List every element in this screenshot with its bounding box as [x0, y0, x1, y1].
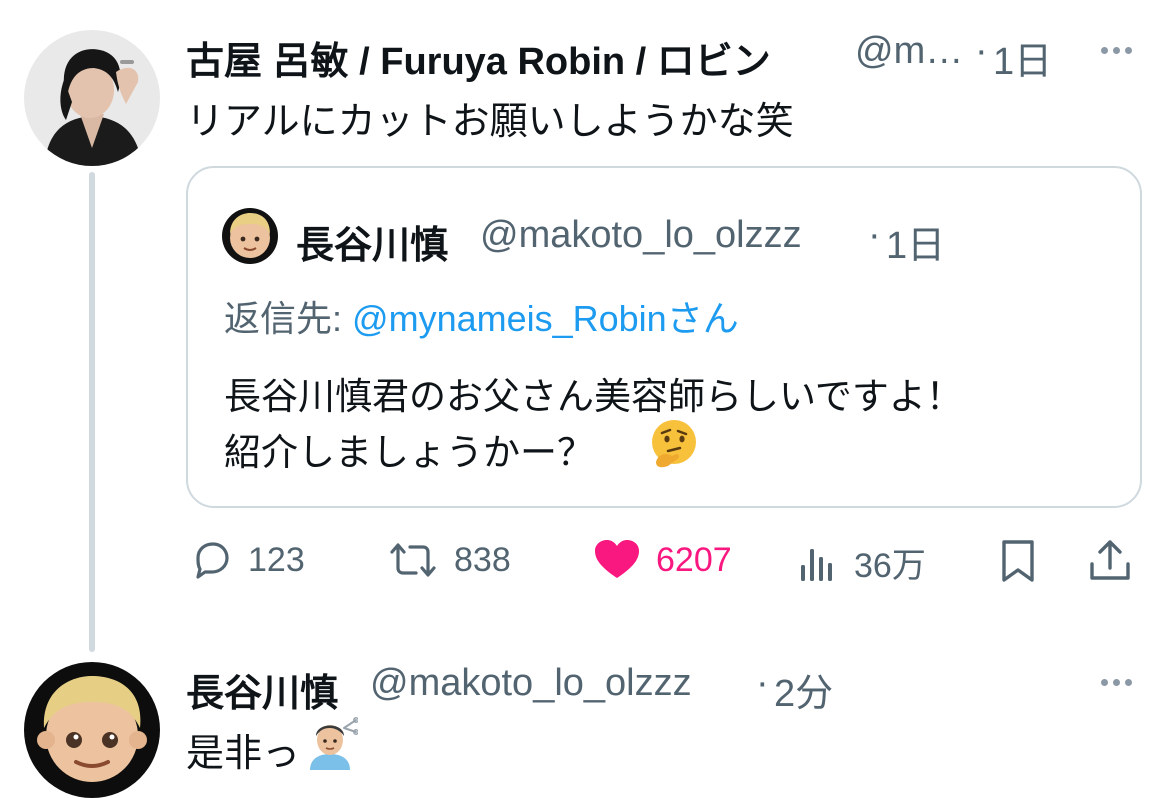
tweet2-timestamp[interactable]: 2分 — [774, 662, 833, 717]
bookmark-icon — [1002, 540, 1034, 582]
tweet2-dot: · — [756, 662, 769, 704]
retweet-action[interactable]: 838 — [386, 538, 511, 582]
retweet-count: 838 — [454, 540, 511, 579]
tweet2-handle[interactable]: @makoto_lo_olzzz — [370, 662, 692, 705]
makoto-avatar[interactable] — [24, 662, 160, 798]
quote-timestamp[interactable]: 1日 — [886, 214, 945, 269]
tweet1-handle[interactable]: @m… — [855, 30, 963, 73]
heart-filled-icon — [595, 540, 639, 578]
blond-boy-emoji-icon — [24, 662, 160, 798]
quote-dot: · — [868, 214, 881, 256]
quote-text-line1: 長谷川慎君のお父さん美容師らしいですよ！ — [224, 376, 963, 417]
quote-text-line2: 紹介しましょうかー？ — [224, 432, 594, 473]
tweet1-dot: · — [975, 30, 988, 72]
reply-to-suffix: さん — [666, 298, 739, 339]
reply-to-line: 返信先: @mynameis_Robinさん — [224, 290, 739, 342]
thinking-face-emoji-icon — [648, 418, 700, 470]
quote-author-name[interactable]: 長谷川慎 — [296, 214, 448, 269]
robin-avatar-photo — [24, 30, 160, 166]
quote-avatar[interactable] — [222, 208, 278, 264]
retweet-icon — [390, 543, 436, 577]
tweet2-more-icon[interactable] — [1094, 672, 1138, 692]
like-count: 6207 — [656, 540, 732, 579]
share-icon — [1090, 540, 1130, 580]
analytics-bars-icon — [801, 548, 832, 581]
thread-connector — [89, 172, 95, 652]
tweet2-author-name[interactable]: 長谷川慎 — [186, 662, 338, 717]
bookmark-button[interactable] — [996, 538, 1040, 586]
haircut-person-emoji-icon — [304, 716, 359, 770]
tweet2-text: 是非っ — [186, 733, 301, 775]
quote-handle[interactable]: @makoto_lo_olzzz — [480, 214, 802, 257]
views-action[interactable]: 36万 — [796, 538, 926, 587]
reply-to-prefix: 返信先: — [224, 298, 343, 339]
share-button[interactable] — [1086, 536, 1134, 584]
blond-boy-emoji-icon — [222, 208, 278, 264]
robin-avatar[interactable] — [24, 30, 160, 166]
reply-count: 123 — [248, 540, 305, 579]
views-count: 36万 — [854, 547, 926, 585]
tweet1-timestamp[interactable]: 1日 — [993, 30, 1052, 85]
tweet1-more-icon[interactable] — [1094, 40, 1138, 60]
like-action[interactable]: 6207 — [592, 538, 732, 582]
reply-action[interactable]: 123 — [190, 538, 305, 582]
reply-to-mention-link[interactable]: @mynameis_Robin — [352, 298, 667, 339]
tweet1-author-name[interactable]: 古屋 呂敏 / Furuya Robin / ロビン — [186, 30, 771, 85]
tweet1-text: リアルにカットお願いしようかな笑 — [186, 101, 794, 143]
reply-icon — [196, 542, 229, 579]
